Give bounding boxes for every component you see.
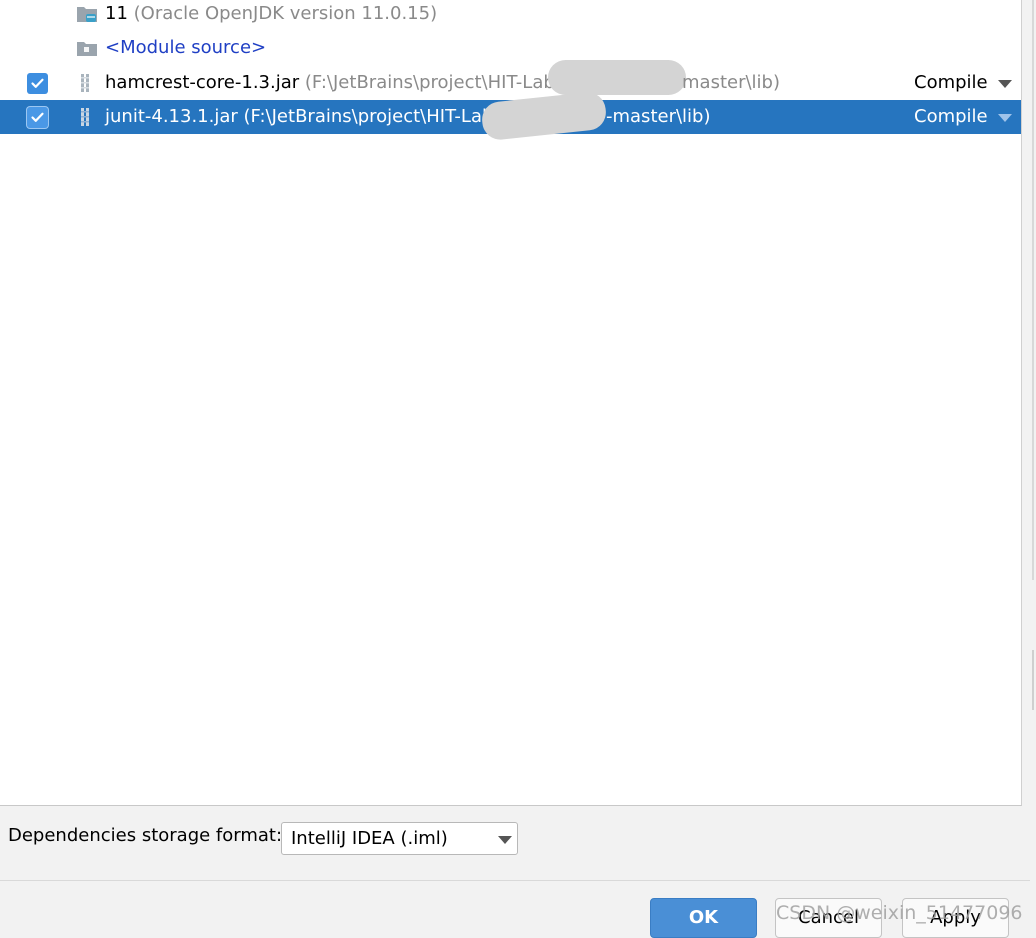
dependencies-table: 11 (Oracle OpenJDK version 11.0.15) <Mod… xyxy=(0,0,1022,806)
export-checkbox[interactable] xyxy=(27,107,48,128)
jar-path-tail: master\lib) xyxy=(682,72,780,93)
dependency-label: hamcrest-core-1.3.jar (F:\JetBrains\proj… xyxy=(105,71,566,95)
storage-format-label: Dependencies storage format: xyxy=(8,825,283,846)
watermark: CSDN @weixin_51477096 xyxy=(776,902,1023,924)
jar-name: junit-4.13.1.jar xyxy=(105,106,238,127)
storage-format-value: IntelliJ IDEA (.iml) xyxy=(291,828,448,849)
scope-value[interactable]: Compile xyxy=(914,71,988,95)
scrollbar-thumb[interactable] xyxy=(1032,650,1034,710)
scope-dropdown-arrow-icon[interactable] xyxy=(998,114,1012,122)
module-folder-icon xyxy=(76,38,98,58)
jar-library-icon xyxy=(76,73,98,93)
dependency-row-junit[interactable]: junit-4.13.1.jar (F:\JetBrains\project\H… xyxy=(0,90,1021,142)
jar-name: hamcrest-core-1.3.jar xyxy=(105,72,300,93)
dependency-row-sdk[interactable]: 11 (Oracle OpenJDK version 11.0.15) xyxy=(0,0,1021,31)
checkmark-icon xyxy=(31,112,44,122)
jar-path: (F:\JetBrains\project\HIT-Lab1 xyxy=(304,72,567,93)
dependency-label: 11 (Oracle OpenJDK version 11.0.15) xyxy=(105,2,437,26)
jar-library-icon xyxy=(76,107,98,127)
jdk-folder-icon xyxy=(76,4,98,24)
dependency-row-hamcrest[interactable]: hamcrest-core-1.3.jar (F:\JetBrains\proj… xyxy=(0,60,1021,100)
scope-value[interactable]: Compile xyxy=(914,105,988,129)
module-source-label: <Module source> xyxy=(105,37,267,58)
scope-dropdown-arrow-icon[interactable] xyxy=(998,80,1012,88)
dependency-label: junit-4.13.1.jar (F:\JetBrains\project\H… xyxy=(105,105,493,129)
export-checkbox[interactable] xyxy=(27,73,48,94)
ok-button[interactable]: OK xyxy=(650,898,757,938)
dependency-row-module-source[interactable]: <Module source> xyxy=(0,31,1021,65)
jar-path: (F:\JetBrains\project\HIT-Lab xyxy=(243,106,494,127)
vertical-scrollbar[interactable] xyxy=(1030,0,1036,933)
divider xyxy=(0,880,1030,881)
scrollbar-track xyxy=(1032,0,1034,580)
sdk-name: 11 xyxy=(105,3,128,24)
jar-path-tail: -master\lib) xyxy=(606,106,711,127)
storage-format-select[interactable]: IntelliJ IDEA (.iml) xyxy=(281,822,518,855)
sdk-version: (Oracle OpenJDK version 11.0.15) xyxy=(133,3,438,24)
redaction-blur xyxy=(548,60,686,95)
chevron-down-icon xyxy=(498,836,512,844)
checkmark-icon xyxy=(31,78,44,88)
